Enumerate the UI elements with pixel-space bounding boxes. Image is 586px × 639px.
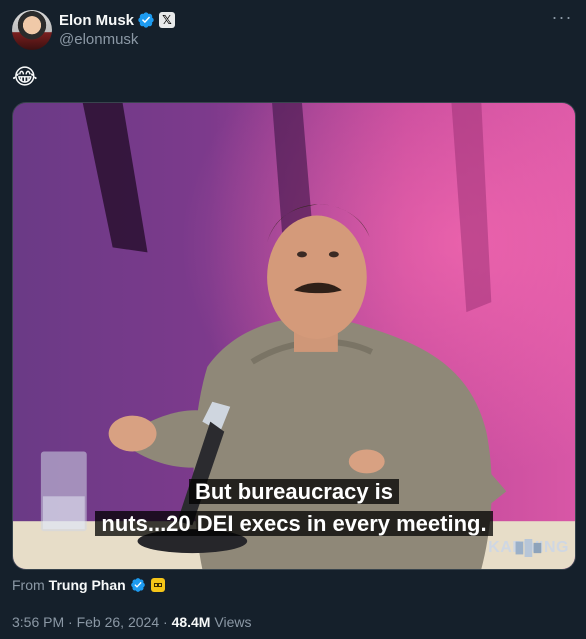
x-affiliate-badge-icon: 𝕏: [159, 12, 176, 28]
views-count: 48.4M: [171, 614, 211, 630]
meta-separator: ·: [68, 614, 73, 630]
tweet: Elon Musk 𝕏 @elonmusk ··· 😂 But bureaucr…: [0, 0, 586, 639]
video-caption-line-2: nuts...20 DEI execs in every meeting.: [13, 509, 575, 539]
kapwing-watermark: KAPWING: [488, 539, 569, 557]
kapwing-logo-icon: [515, 539, 542, 557]
source-name-link[interactable]: Trung Phan: [49, 577, 126, 593]
views-label: Views: [214, 614, 252, 630]
more-options-icon[interactable]: ···: [550, 8, 574, 30]
tweet-time[interactable]: 3:56 PM: [12, 614, 64, 630]
author-handle[interactable]: @elonmusk: [59, 31, 138, 48]
verified-badge-icon: [130, 578, 145, 592]
video-caption-line-1: But bureaucracy is: [13, 477, 575, 507]
author-display-name[interactable]: Elon Musk: [59, 12, 134, 29]
tweet-text: 😂: [12, 64, 38, 89]
author-name-row: Elon Musk 𝕏: [59, 10, 176, 30]
video-source: From Trung Phan: [12, 577, 165, 593]
source-prefix: From: [12, 577, 45, 593]
affiliate-badge-icon: [150, 578, 165, 592]
avatar[interactable]: [12, 10, 52, 50]
tweet-video[interactable]: But bureaucracy is nuts...20 DEI execs i…: [12, 102, 576, 570]
meta-separator: ·: [163, 614, 168, 630]
verified-badge-icon: [138, 12, 154, 28]
tweet-meta: 3:56 PM · Feb 26, 2024 · 48.4M Views: [12, 614, 251, 630]
tweet-date[interactable]: Feb 26, 2024: [77, 614, 160, 630]
